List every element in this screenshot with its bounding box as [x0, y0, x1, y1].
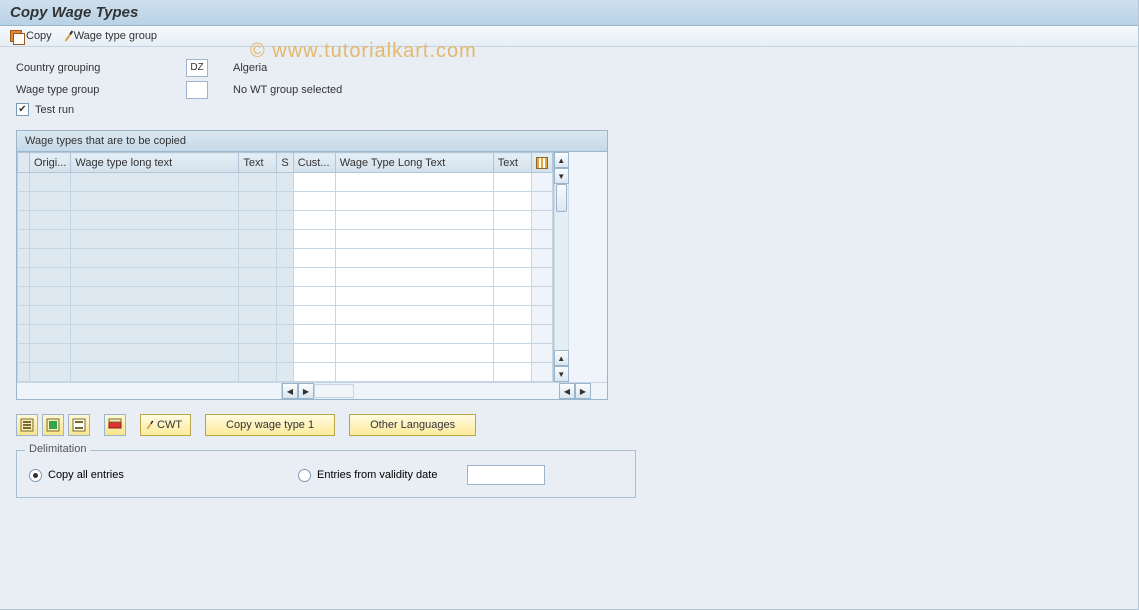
wage-type-group-row: Wage type group No WT group selected: [16, 81, 1123, 99]
table-row[interactable]: [18, 173, 553, 192]
col-wage-type-long-text[interactable]: Wage type long text: [71, 153, 239, 173]
pencil-icon: [147, 421, 154, 430]
copy-wage-type-button[interactable]: Copy wage type 1: [205, 414, 335, 436]
copy-icon: [10, 30, 22, 42]
copy-wage-type-label: Copy wage type 1: [226, 419, 314, 431]
entries-from-radio[interactable]: [298, 469, 311, 482]
wage-type-group-button[interactable]: Wage type group: [68, 30, 157, 42]
hscroll-left-back[interactable]: ◀: [282, 383, 298, 399]
select-block-button[interactable]: [42, 414, 64, 436]
delimitation-legend: Delimitation: [25, 443, 90, 455]
vertical-scrollbar[interactable]: ▲ ▼ ▲ ▼: [553, 152, 569, 382]
col-text-2[interactable]: Text: [493, 153, 531, 173]
toolbar: Copy Wage type group: [0, 26, 1139, 47]
scroll-down-button[interactable]: ▼: [554, 366, 569, 382]
scroll-down-step-button[interactable]: ▼: [554, 168, 569, 184]
col-config[interactable]: [531, 153, 552, 173]
table-row[interactable]: [18, 249, 553, 268]
table-row[interactable]: [18, 306, 553, 325]
col-cust[interactable]: Cust...: [293, 153, 335, 173]
table-corner[interactable]: [18, 153, 30, 173]
validity-date-input[interactable]: [467, 465, 545, 485]
wage-types-panel: Wage types that are to be copied Origi..…: [16, 130, 608, 400]
table-row[interactable]: [18, 363, 553, 382]
scroll-thumb[interactable]: [556, 184, 567, 212]
deselect-all-button[interactable]: [68, 414, 90, 436]
copy-all-radio[interactable]: [29, 469, 42, 482]
horizontal-scroll-row: ◀ ▶ ◀ ▶: [17, 382, 607, 399]
col-s[interactable]: S: [277, 153, 293, 173]
wage-type-group-label: Wage type group: [16, 84, 186, 96]
table-config-icon: [536, 157, 548, 169]
test-run-row: ✔ Test run: [16, 103, 1123, 116]
country-grouping-row: Country grouping DZ Algeria: [16, 59, 1123, 77]
entries-from-label: Entries from validity date: [317, 469, 437, 481]
select-block-icon: [46, 418, 60, 432]
col-text[interactable]: Text: [239, 153, 277, 173]
action-row: CWT Copy wage type 1 Other Languages: [16, 414, 1123, 436]
country-grouping-label: Country grouping: [16, 62, 186, 74]
page-title: Copy Wage Types: [0, 0, 1139, 26]
wage-types-panel-title: Wage types that are to be copied: [17, 131, 607, 152]
country-grouping-text: Algeria: [233, 62, 267, 74]
scroll-up-button[interactable]: ▲: [554, 152, 569, 168]
hscroll-right[interactable]: ◀ ▶: [559, 383, 591, 399]
delete-row-icon: [108, 418, 122, 432]
country-grouping-input[interactable]: DZ: [186, 59, 208, 77]
table-row[interactable]: [18, 230, 553, 249]
hscroll-left-fwd[interactable]: ▶: [298, 383, 314, 399]
hscroll-right-fwd[interactable]: ▶: [575, 383, 591, 399]
col-wage-type-long-text-2[interactable]: Wage Type Long Text: [335, 153, 493, 173]
table-row[interactable]: [18, 344, 553, 363]
table-row[interactable]: [18, 325, 553, 344]
copy-button-label: Copy: [26, 30, 52, 42]
table-row[interactable]: [18, 287, 553, 306]
other-languages-label: Other Languages: [370, 419, 455, 431]
wage-types-table[interactable]: Origi... Wage type long text Text S Cust…: [17, 152, 553, 382]
cwt-button[interactable]: CWT: [140, 414, 191, 436]
select-all-icon: [20, 418, 34, 432]
scroll-track[interactable]: [554, 184, 569, 350]
wage-type-group-text: No WT group selected: [233, 84, 342, 96]
col-origi[interactable]: Origi...: [30, 153, 71, 173]
scroll-up-step-button[interactable]: ▲: [554, 350, 569, 366]
test-run-checkbox[interactable]: ✔: [16, 103, 29, 116]
table-row[interactable]: [18, 192, 553, 211]
page-title-text: Copy Wage Types: [10, 4, 138, 21]
wage-type-group-input[interactable]: [186, 81, 208, 99]
pencil-icon: [64, 31, 73, 42]
cwt-button-label: CWT: [157, 419, 182, 431]
other-languages-button[interactable]: Other Languages: [349, 414, 476, 436]
delete-row-button[interactable]: [104, 414, 126, 436]
copy-button[interactable]: Copy: [10, 30, 52, 42]
test-run-label: Test run: [35, 104, 74, 116]
delimitation-group: Delimitation Copy all entries Entries fr…: [16, 450, 636, 498]
table-row[interactable]: [18, 268, 553, 287]
wage-type-group-button-label: Wage type group: [74, 30, 157, 42]
deselect-all-icon: [72, 418, 86, 432]
select-all-button[interactable]: [16, 414, 38, 436]
copy-all-label: Copy all entries: [48, 469, 298, 481]
table-row[interactable]: [18, 211, 553, 230]
hscroll-right-back[interactable]: ◀: [559, 383, 575, 399]
hscroll-left-track[interactable]: [314, 384, 354, 398]
hscroll-left[interactable]: ◀ ▶: [282, 383, 354, 399]
